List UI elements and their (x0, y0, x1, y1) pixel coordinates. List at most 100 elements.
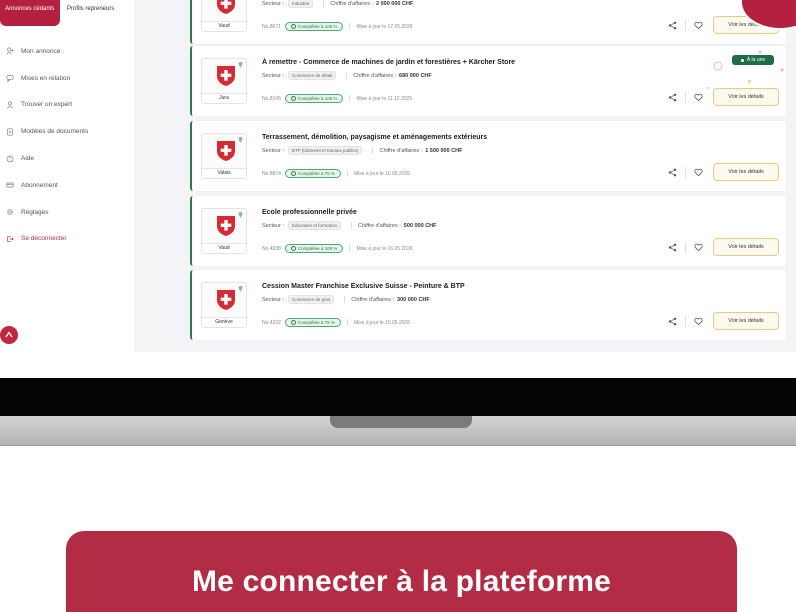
listing-footer: No.4332 Complétée à 75 % Mise à jour le … (262, 318, 410, 327)
swiss-shield-icon (217, 216, 235, 236)
view-details-button[interactable]: Voir les détails (713, 163, 779, 181)
revenue-value: 2 000 000 CHF (376, 0, 414, 7)
sidebar-tabs: Annonces cédants Profils repreneurs (0, 0, 134, 26)
revenue-value: 1 500 000 CHF (425, 147, 463, 154)
gear-icon (5, 208, 15, 216)
brand-logo-icon[interactable] (0, 326, 18, 344)
tab-annonces-cedants[interactable]: Annonces cédants (0, 0, 60, 26)
completion-badge: Complétée à 100 % (284, 22, 344, 31)
listing-meta: Secteur : Industrie Chiffre d'affaires :… (262, 0, 413, 8)
listing-title[interactable]: Ecole professionnelle privée (262, 209, 357, 216)
completion-text: Complétée à 75 % (297, 320, 335, 325)
listing-meta: Secteur : Éducation et formation Chiffre… (262, 221, 437, 230)
sidebar-item-aide[interactable]: ? Aide (0, 145, 134, 172)
swiss-shield-icon (217, 290, 235, 310)
sidebar-item-se-deconnecter[interactable]: Se déconnecter (0, 226, 134, 253)
listing-footer: No.8071 Complétée à 100 % Mise à jour le… (262, 22, 413, 31)
heart-icon[interactable] (694, 93, 703, 102)
sidebar-item-label: Modèles de documents (21, 128, 89, 136)
divider (349, 95, 351, 102)
sidebar-item-label: Aide (21, 155, 35, 163)
sidebar-item-reglages[interactable]: Réglages (0, 199, 134, 226)
listing-footer: No.8874 Complétée à 75 % Mise à jour le … (262, 169, 410, 178)
listing-ref: No.4332 (262, 319, 281, 326)
canton-label: Genève (202, 317, 246, 327)
listing-title[interactable]: Cession Master Franchise Exclusive Suiss… (262, 283, 465, 290)
canton-label: Vaud (202, 243, 246, 253)
swiss-shield-icon (217, 141, 235, 161)
listing-card: Genève Cession Master Franchise Exclusiv… (190, 270, 786, 340)
connect-platform-button[interactable]: Me connecter à la plateforme (66, 531, 737, 612)
divider (685, 242, 686, 253)
listing-ref: No.8874 (262, 170, 281, 177)
completion-text: Complétée à 100 % (297, 24, 338, 29)
check-circle-icon (290, 320, 296, 325)
share-icon[interactable] (668, 21, 677, 30)
laptop-screen: Annonces cédants Profils repreneurs Mon … (0, 0, 796, 378)
share-icon[interactable] (668, 317, 677, 326)
listing-card: Vaud Secteur : Industrie Chiffre d'affai… (190, 0, 786, 44)
canton-thumbnail[interactable]: Vaud (201, 208, 247, 254)
heart-icon[interactable] (694, 243, 703, 252)
person-icon (5, 101, 15, 109)
logout-icon (5, 235, 15, 243)
divider (351, 222, 353, 229)
sidebar-item-trouver-expert[interactable]: Trouver un expert (0, 92, 134, 119)
completion-badge: Complétée à 100 % (284, 244, 344, 253)
canton-thumbnail[interactable]: Jura (201, 58, 247, 104)
listing-title[interactable]: À remettre - Commerce de machines de jar… (262, 59, 515, 66)
sector-label: Secteur : (262, 72, 285, 79)
sidebar-item-modeles-documents[interactable]: Modèles de documents (0, 118, 134, 145)
share-icon[interactable] (668, 243, 677, 252)
listing-card: Valais Terrassement, démolition, paysagi… (190, 121, 786, 191)
heart-icon[interactable] (694, 317, 703, 326)
listing-meta: Secteur : Commerce de gros Chiffre d'aff… (262, 295, 430, 304)
view-details-button[interactable]: Voir les détails (713, 238, 779, 256)
revenue-label: Chiffre d'affaires : (379, 147, 423, 154)
completion-badge: Complétée à 75 % (284, 169, 341, 178)
sector-label: Secteur : (262, 222, 285, 229)
divider (685, 92, 686, 103)
screen-lower-area (0, 352, 796, 378)
user-plus-icon (5, 47, 15, 55)
canton-thumbnail[interactable]: Vaud (201, 0, 247, 32)
view-details-button[interactable]: Voir les détails (713, 88, 779, 106)
listing-meta: Secteur : Commerce de détail Chiffre d'a… (262, 71, 432, 80)
listing-title[interactable]: Terrassement, démolition, paysagisme et … (262, 134, 487, 141)
badge-dot-icon (740, 58, 744, 62)
tab-profils-repreneurs[interactable]: Profils repreneurs (62, 0, 120, 26)
heart-icon[interactable] (694, 21, 703, 30)
divider (685, 316, 686, 327)
revenue-value: 300 000 CHF (397, 296, 430, 303)
laptop-notch (330, 416, 472, 428)
divider (346, 319, 348, 326)
revenue-label: Chiffre d'affaires : (330, 0, 374, 7)
sidebar-item-mises-en-relation[interactable]: Mises en relation (0, 65, 134, 92)
map-pin-icon (238, 212, 243, 218)
listing-card: Jura À remettre - Commerce de machines d… (190, 46, 786, 116)
sidebar-item-label: Trouver un expert (21, 101, 73, 109)
sector-tag: Commerce de gros (288, 295, 335, 304)
sector-label: Secteur : (262, 147, 285, 154)
completion-text: Complétée à 100 % (297, 96, 338, 101)
heart-icon[interactable] (694, 168, 703, 177)
sidebar-item-abonnement[interactable]: Abonnement (0, 172, 134, 199)
divider (346, 72, 348, 79)
updated-date: Mise à jour le 16.05.2026 (353, 170, 411, 177)
laptop-bezel (0, 378, 796, 416)
revenue-label: Chiffre d'affaires : (358, 222, 401, 229)
revenue-label: Chiffre d'affaires : (353, 72, 397, 79)
listing-meta: Secteur : BTP (bâtiment et travaux publi… (262, 146, 463, 155)
view-details-button[interactable]: Voir les détails (713, 312, 779, 330)
share-icon[interactable] (668, 168, 677, 177)
updated-date: Mise à jour le 16.05.2026 (356, 245, 413, 252)
share-icon[interactable] (668, 93, 677, 102)
sidebar-item-mon-annonce[interactable]: Mon annonce (0, 38, 134, 65)
canton-thumbnail[interactable]: Valais (201, 133, 247, 179)
featured-badge: À la une (732, 55, 774, 65)
sidebar: Annonces cédants Profils repreneurs Mon … (0, 0, 134, 352)
divider (685, 167, 686, 178)
featured-badge-text: À la une (746, 57, 766, 63)
sidebar-item-label: Mises en relation (21, 74, 71, 82)
canton-thumbnail[interactable]: Genève (201, 282, 247, 328)
